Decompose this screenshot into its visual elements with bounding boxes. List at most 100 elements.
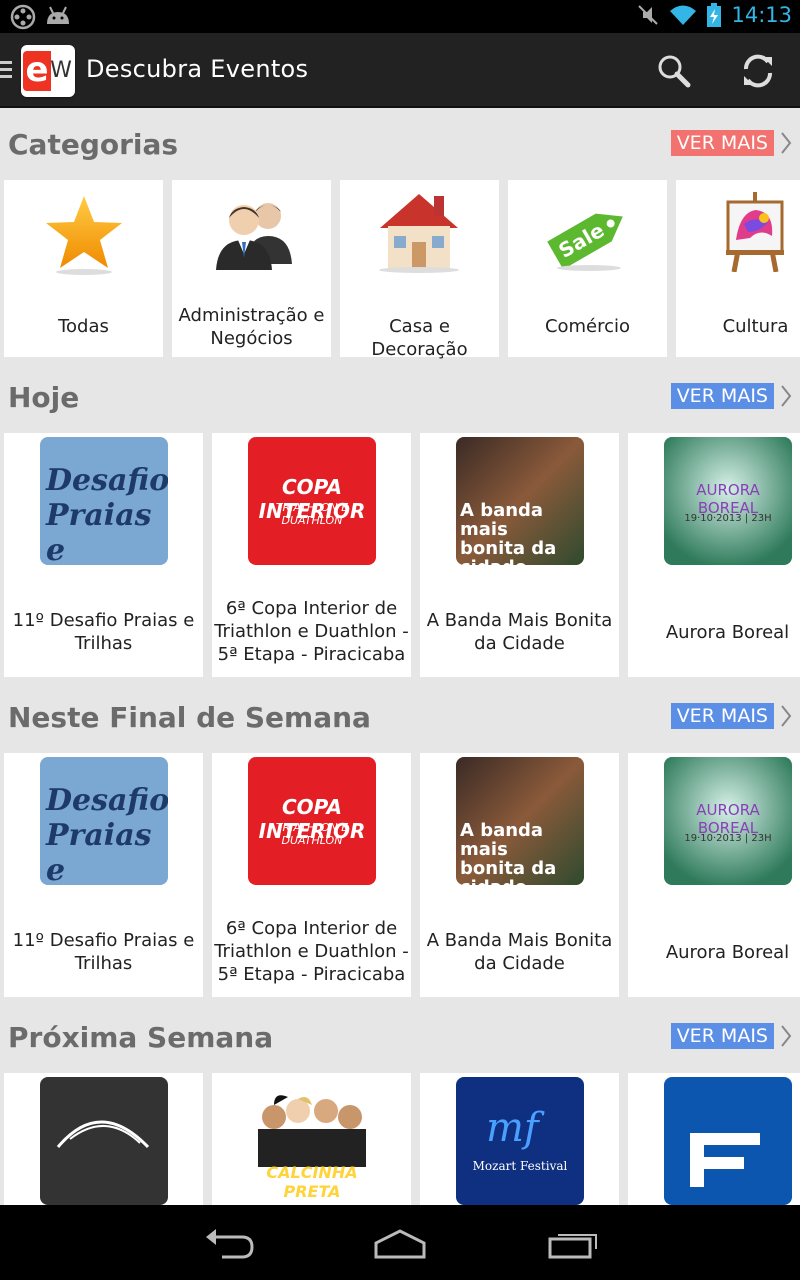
house-icon [379, 194, 459, 273]
category-card[interactable]: Casa e Decoração [340, 180, 499, 360]
event-image: COPA INTERIOR TRIATHLON E DUATHLON [248, 437, 376, 565]
back-icon [206, 1229, 254, 1259]
refresh-icon [743, 54, 773, 88]
home-icon [374, 1229, 426, 1259]
event-card[interactable]: CALCINHA PRETA [212, 1073, 411, 1205]
clock: 14:13 [731, 3, 792, 27]
image-text: AURORA BOREAL [696, 481, 760, 517]
home-button[interactable] [372, 1225, 428, 1261]
event-card[interactable]: COPA INTERIOR TRIATHLON E DUATHLON 6ª Co… [212, 753, 411, 997]
f-logo-icon [690, 1133, 760, 1187]
event-card[interactable]: Desafio Praias e Trilhas 11º Desafio Pra… [4, 433, 203, 677]
category-label: Cultura [722, 316, 789, 337]
section-title: Próxima Semana [8, 1021, 274, 1054]
logo-e: e [23, 51, 51, 91]
app-logo[interactable]: e W [21, 45, 75, 97]
category-row: Todas Administração e Negócios Casa e De… [4, 180, 800, 360]
easel-icon [726, 192, 784, 272]
ver-mais-button[interactable]: VER MAIS [670, 1023, 774, 1049]
event-card[interactable] [4, 1073, 203, 1205]
arc-logo-icon [56, 1120, 150, 1149]
event-label: A Banda Mais Bonita da Cidade [426, 930, 613, 974]
image-subtext: 19·10·2013 | 23H [684, 833, 772, 844]
category-card[interactable]: Todas [4, 180, 163, 357]
sale-tag-icon: Sale [547, 213, 623, 271]
category-label: Casa e Decoração [371, 316, 468, 360]
event-card[interactable]: mf Mozart Festival [420, 1073, 619, 1205]
image-subtext: 19·10·2013 | 23H [684, 513, 772, 524]
event-row: CALCINHA PRETA mf Mozart Festival [4, 1073, 800, 1205]
ver-mais-button[interactable]: VER MAIS [670, 130, 774, 156]
event-image [40, 1077, 168, 1205]
event-card[interactable]: A banda mais bonita da cidade A Banda Ma… [420, 433, 619, 677]
content-scroll[interactable]: Categorias VER MAIS Todas Administração … [0, 110, 800, 1205]
image-subtext: TRIATHLON E DUATHLON [275, 821, 349, 847]
event-label: 11º Desafio Praias e Trilhas [12, 610, 195, 654]
section-title: Neste Final de Semana [8, 701, 371, 734]
android-debug-icon [47, 6, 69, 24]
event-row: Desafio Praias e Trilhas 11º Desafio Pra… [4, 433, 800, 677]
media-reel-icon [10, 4, 36, 30]
image-text: A banda mais bonita da cidade [460, 500, 557, 565]
drawer-menu-icon[interactable] [0, 61, 12, 79]
image-text: Desafio Praias e Trilhas [46, 463, 168, 565]
chevron-right-icon[interactable] [780, 131, 792, 155]
refresh-button[interactable] [738, 51, 778, 91]
navigation-bar [0, 1205, 800, 1280]
mute-icon [638, 5, 659, 25]
event-card[interactable] [628, 1073, 800, 1205]
event-image: AURORA BOREAL 19·10·2013 | 23H [664, 437, 792, 565]
event-card[interactable]: Desafio Praias e Trilhas 11º Desafio Pra… [4, 753, 203, 997]
section-title: Categorias [8, 128, 179, 161]
chevron-right-icon[interactable] [780, 1024, 792, 1048]
recent-apps-icon [548, 1234, 597, 1259]
search-button[interactable] [654, 51, 694, 91]
category-card[interactable]: Cultura [676, 180, 800, 357]
mf-logo: mf [486, 1105, 539, 1151]
event-card[interactable]: AURORA BOREAL 19·10·2013 | 23H Aurora Bo… [628, 753, 800, 997]
ver-mais-button[interactable]: VER MAIS [670, 703, 774, 729]
image-text: CALCINHA PRETA [266, 1163, 358, 1201]
event-label: 6ª Copa Interior de Triathlon e Duathlon… [214, 598, 409, 665]
event-image: COPA INTERIOR TRIATHLON E DUATHLON [248, 757, 376, 885]
event-label: 6ª Copa Interior de Triathlon e Duathlon… [214, 918, 409, 985]
category-label: Comércio [544, 316, 631, 337]
section-title: Hoje [8, 381, 80, 414]
event-label: Aurora Boreal [665, 622, 790, 643]
event-image: Desafio Praias e Trilhas [40, 757, 168, 885]
category-card[interactable]: Administração e Negócios [172, 180, 331, 357]
event-row: Desafio Praias e Trilhas 11º Desafio Pra… [4, 753, 800, 997]
event-image [664, 1077, 792, 1205]
wifi-icon [670, 5, 697, 25]
image-text: Mozart Festival [472, 1159, 568, 1173]
search-icon [658, 55, 691, 88]
event-image: CALCINHA PRETA [248, 1077, 376, 1205]
event-image: A banda mais bonita da cidade [456, 757, 584, 885]
back-button[interactable] [202, 1225, 258, 1261]
event-label: Aurora Boreal [665, 942, 790, 963]
category-card[interactable]: Sale Comércio [508, 180, 667, 357]
star-icon [46, 196, 122, 275]
recent-apps-button[interactable] [544, 1225, 600, 1261]
event-card[interactable]: A banda mais bonita da cidade A Banda Ma… [420, 753, 619, 997]
image-text: AURORA BOREAL [696, 801, 760, 837]
event-label: A Banda Mais Bonita da Cidade [426, 610, 613, 654]
category-label: Todas [58, 316, 109, 337]
event-label: 11º Desafio Praias e Trilhas [12, 930, 195, 974]
section-proxima-semana: Próxima Semana VER MAIS CALCINHA PRETA m… [0, 1003, 800, 1205]
event-image: Desafio Praias e Trilhas [40, 437, 168, 565]
action-bar: e W Descubra Eventos [0, 33, 800, 108]
battery-charging-icon [707, 3, 722, 27]
image-text: A banda mais bonita da cidade [460, 820, 557, 885]
chevron-right-icon[interactable] [780, 384, 792, 408]
ver-mais-button[interactable]: VER MAIS [670, 383, 774, 409]
event-card[interactable]: AURORA BOREAL 19·10·2013 | 23H Aurora Bo… [628, 433, 800, 677]
logo-w: W [50, 58, 72, 83]
event-card[interactable]: COPA INTERIOR TRIATHLON E DUATHLON 6ª Co… [212, 433, 411, 677]
section-categorias: Categorias VER MAIS Todas Administração … [0, 110, 800, 360]
chevron-right-icon[interactable] [780, 704, 792, 728]
section-hoje: Hoje VER MAIS Desafio Praias e Trilhas 1… [0, 363, 800, 683]
app-title: Descubra Eventos [86, 55, 309, 83]
event-image: mf Mozart Festival [456, 1077, 584, 1205]
event-image: AURORA BOREAL 19·10·2013 | 23H [664, 757, 792, 885]
